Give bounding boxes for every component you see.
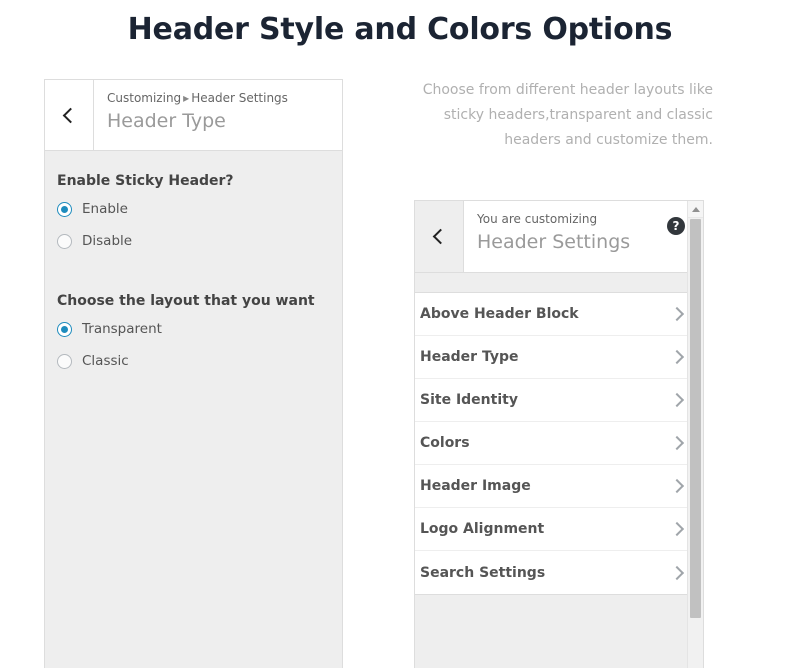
left-panel-header-text: Customizing ▸ Header Settings Header Type	[94, 80, 288, 150]
chevron-right-icon	[669, 435, 685, 451]
triangle-up-icon	[691, 206, 700, 212]
panel-section-gap	[415, 273, 703, 292]
left-panel-header: Customizing ▸ Header Settings Header Type	[45, 80, 342, 151]
chevron-left-icon	[432, 228, 449, 245]
radio-button-transparent[interactable]	[57, 321, 72, 337]
help-icon[interactable]: ?	[667, 217, 685, 235]
breadcrumb-root[interactable]: Customizing	[107, 91, 181, 105]
menu-item-site-identity[interactable]: Site Identity	[415, 379, 703, 422]
radio-button-disable[interactable]	[57, 233, 72, 249]
right-panel-header-text: You are customizing Header Settings	[464, 201, 630, 272]
control-group-sticky-header: Enable Sticky Header? Enable Disable	[45, 173, 342, 249]
menu-item-header-image[interactable]: Header Image	[415, 465, 703, 508]
scrollbar-up-button[interactable]	[688, 201, 703, 218]
chevron-right-icon	[669, 565, 685, 580]
right-back-button[interactable]	[415, 201, 464, 272]
radio-label-transparent: Transparent	[82, 321, 162, 337]
right-customizer-panel: You are customizing Header Settings ? Ab…	[414, 200, 704, 668]
left-customizer-panel: Customizing ▸ Header Settings Header Type …	[44, 79, 343, 668]
left-panel-title: Header Type	[107, 110, 226, 132]
menu-item-label: Header Type	[420, 349, 519, 365]
radio-option-classic[interactable]: Classic	[57, 353, 330, 369]
radio-option-enable[interactable]: Enable	[57, 201, 330, 217]
menu-item-label: Logo Alignment	[420, 521, 545, 537]
control-group-spacer	[45, 265, 342, 293]
breadcrumb: Customizing ▸ Header Settings	[107, 90, 288, 106]
control-group-layout: Choose the layout that you want Transpar…	[45, 293, 342, 369]
radio-label-classic: Classic	[82, 353, 129, 369]
left-panel-body: Enable Sticky Header? Enable Disable Cho…	[45, 151, 342, 369]
chevron-right-icon	[669, 349, 685, 365]
chevron-right-icon	[669, 392, 685, 408]
panel-scrollbar[interactable]	[687, 201, 703, 668]
radio-button-classic[interactable]	[57, 353, 72, 369]
menu-item-label: Search Settings	[420, 564, 546, 581]
menu-item-label: Site Identity	[420, 392, 518, 408]
back-button[interactable]	[45, 80, 94, 150]
radio-option-disable[interactable]: Disable	[57, 233, 330, 249]
chevron-right-icon	[669, 478, 685, 494]
menu-item-label: Above Header Block	[420, 306, 579, 322]
chevron-right-icon	[669, 306, 685, 322]
breadcrumb-section[interactable]: Header Settings	[191, 91, 288, 105]
menu-item-logo-alignment[interactable]: Logo Alignment	[415, 508, 703, 551]
chevron-right-icon	[669, 521, 685, 537]
page-description: Choose from different header layouts lik…	[422, 82, 713, 148]
menu-item-label: Colors	[420, 435, 470, 451]
page-title: Header Style and Colors Options	[127, 12, 673, 47]
settings-menu-list: Above Header Block Header Type Site Iden…	[415, 292, 703, 595]
radio-label-disable: Disable	[82, 233, 133, 249]
menu-item-above-header-block[interactable]: Above Header Block	[415, 293, 703, 336]
chevron-left-icon	[62, 107, 79, 123]
menu-item-header-type[interactable]: Header Type	[415, 336, 703, 379]
menu-item-label: Header Image	[420, 478, 531, 494]
menu-item-search-settings[interactable]: Search Settings	[415, 551, 703, 594]
right-panel-title: Header Settings	[477, 231, 631, 253]
control-label-layout: Choose the layout that you want	[57, 293, 315, 309]
customizing-eyebrow: You are customizing	[477, 212, 598, 226]
right-panel-header: You are customizing Header Settings ?	[415, 201, 703, 273]
scrollbar-thumb[interactable]	[690, 219, 701, 618]
radio-label-enable: Enable	[82, 201, 128, 217]
breadcrumb-separator-icon: ▸	[183, 91, 190, 105]
control-label-sticky-header: Enable Sticky Header?	[57, 173, 234, 189]
radio-button-enable[interactable]	[57, 201, 72, 217]
menu-item-colors[interactable]: Colors	[415, 422, 703, 465]
radio-option-transparent[interactable]: Transparent	[57, 321, 330, 337]
